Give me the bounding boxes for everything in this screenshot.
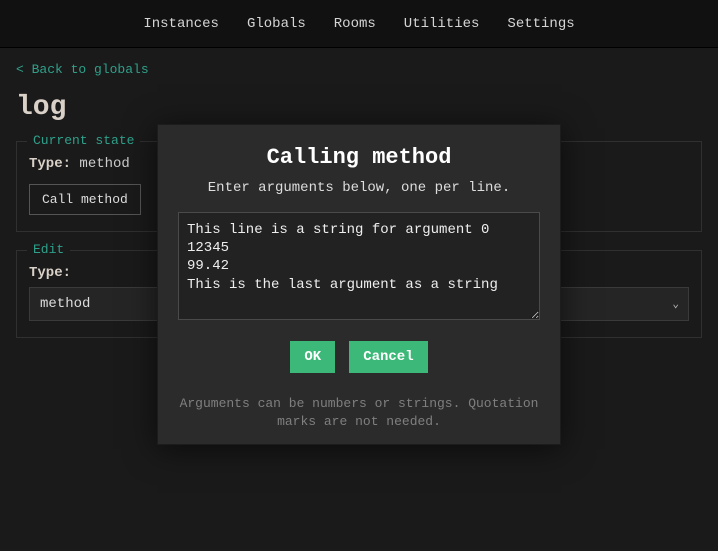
ok-button[interactable]: OK [290, 341, 335, 373]
current-state-legend: Current state [27, 133, 140, 148]
arguments-textarea[interactable] [178, 212, 540, 320]
edit-type-label: Type: [29, 265, 71, 281]
cancel-button[interactable]: Cancel [349, 341, 427, 373]
nav-settings[interactable]: Settings [507, 16, 574, 32]
nav-instances[interactable]: Instances [143, 16, 219, 32]
nav-globals[interactable]: Globals [247, 16, 306, 32]
nav-rooms[interactable]: Rooms [334, 16, 376, 32]
modal-title: Calling method [178, 145, 540, 170]
call-method-button[interactable]: Call method [29, 184, 141, 215]
edit-legend: Edit [27, 242, 70, 257]
modal-footnote: Arguments can be numbers or strings. Quo… [178, 395, 540, 430]
modal-instruction: Enter arguments below, one per line. [178, 180, 540, 196]
type-label: Type: [29, 156, 71, 172]
nav-utilities[interactable]: Utilities [404, 16, 480, 32]
calling-method-modal: Calling method Enter arguments below, on… [157, 124, 561, 445]
type-value: method [79, 156, 129, 172]
back-to-globals-link[interactable]: Back to globals [16, 62, 149, 77]
page-title: log [16, 92, 702, 123]
top-nav: Instances Globals Rooms Utilities Settin… [0, 0, 718, 48]
